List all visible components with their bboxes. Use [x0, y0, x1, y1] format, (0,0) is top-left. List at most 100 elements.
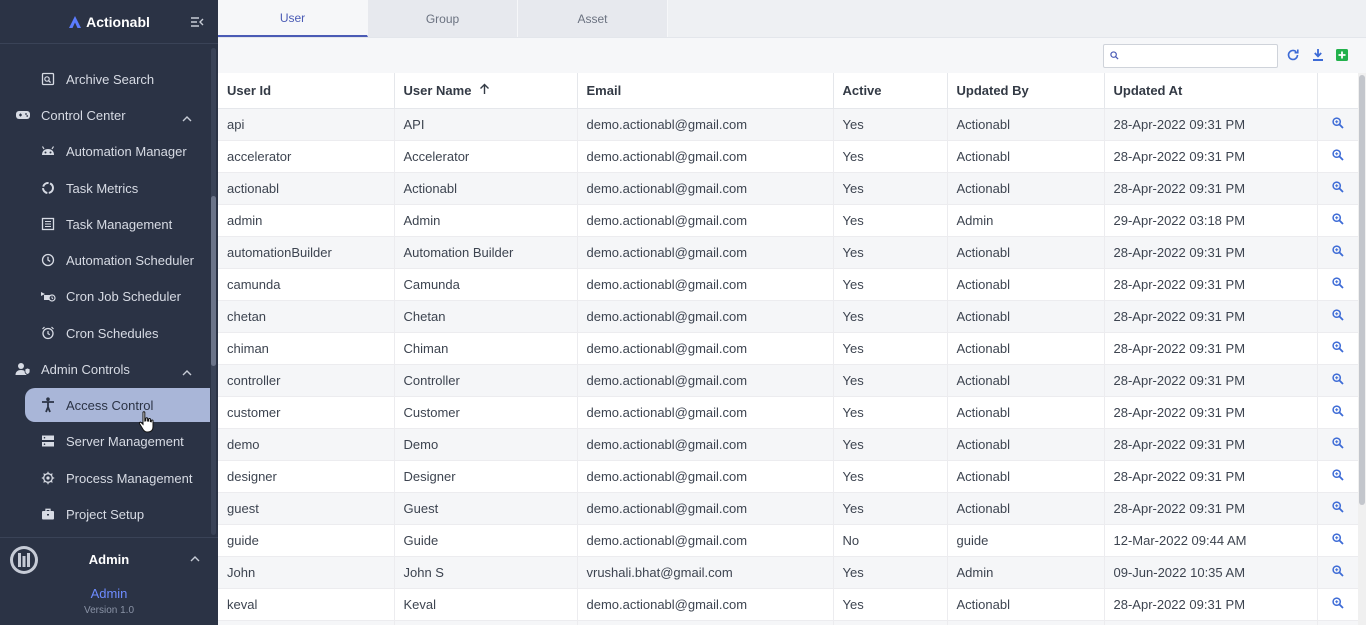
- table-scrollbar[interactable]: [1358, 73, 1366, 625]
- donut-icon: [40, 180, 56, 196]
- sort-ascending-icon[interactable]: [479, 83, 490, 98]
- view-details-icon[interactable]: [1331, 276, 1344, 292]
- sidebar-item-server-management[interactable]: Server Management: [25, 424, 210, 458]
- cell-email: demo.actionabl@gmail.com: [577, 300, 834, 333]
- table-row[interactable]: camunda Camunda demo.actionabl@gmail.com Ye…: [218, 268, 1358, 301]
- table-row[interactable]: John John Svrushali.bhat@gmail.com Yes Admi…: [218, 556, 1358, 589]
- chevron-up-icon[interactable]: [190, 556, 200, 562]
- cell-user-id: guide: [218, 524, 395, 557]
- table-scrollbar-thumb[interactable]: [1359, 75, 1365, 505]
- view-details-icon[interactable]: [1331, 404, 1344, 420]
- cell-email: demo.actionabl@gmail.com: [577, 268, 834, 301]
- view-details-icon[interactable]: [1331, 468, 1344, 484]
- view-details-icon[interactable]: [1331, 244, 1344, 260]
- view-details-icon[interactable]: [1331, 148, 1344, 164]
- tab-asset[interactable]: Asset: [518, 0, 668, 37]
- table-row[interactable]: guest Guest demo.actionabl@gmail.com Yes Act…: [218, 492, 1358, 525]
- view-details-icon[interactable]: [1331, 596, 1344, 612]
- table-row[interactable]: controller Controller demo.actionabl@gmail…: [218, 364, 1358, 397]
- view-details-icon[interactable]: [1331, 340, 1344, 356]
- cell-updated-at: 28-Apr-2022 09:31 PM: [1104, 108, 1318, 141]
- tab-group[interactable]: Group: [368, 0, 518, 37]
- row-actions: [1317, 332, 1358, 365]
- search-input[interactable]: [1124, 47, 1274, 65]
- sidebar-item-access-control[interactable]: Access Control: [25, 388, 210, 422]
- sidebar-item-archive-search[interactable]: Archive Search: [25, 62, 210, 96]
- users-table: User Id User Name Email Active Updated By Upd…: [218, 73, 1358, 625]
- table-row[interactable]: customer Customer demo.actionabl@gmail.com…: [218, 396, 1358, 429]
- sidebar-section-control-center[interactable]: Control Center: [0, 98, 210, 132]
- column-header-active[interactable]: Active: [833, 73, 948, 109]
- column-header-label: Active: [842, 82, 882, 98]
- table-row[interactable]: demo Demo demo.actionabl@gmail.com Yes Actio…: [218, 428, 1358, 461]
- cell-user-name: Keval: [394, 588, 578, 621]
- table-row[interactable]: chiman Chiman demo.actionabl@gmail.com Yes A…: [218, 332, 1358, 365]
- row-actions: [1317, 108, 1358, 141]
- chevron-up-icon[interactable]: [182, 110, 192, 125]
- download-icon[interactable]: [1311, 48, 1325, 62]
- column-header-email[interactable]: Email: [577, 73, 834, 109]
- table-row[interactable]: admin Admin demo.actionabl@gmail.com Yes Adm…: [218, 204, 1358, 237]
- cell-active: No: [833, 524, 948, 557]
- chevron-up-icon[interactable]: [182, 364, 192, 379]
- collapse-sidebar-icon[interactable]: [190, 16, 204, 28]
- cell-user-name: Chetan: [394, 300, 578, 333]
- sidebar-item-automation-manager[interactable]: Automation Manager: [25, 134, 210, 168]
- cell-user-id: actionabl: [218, 172, 395, 205]
- cell-active: Yes: [833, 140, 948, 173]
- view-details-icon[interactable]: [1331, 436, 1344, 452]
- table-row[interactable]: [218, 620, 1358, 625]
- table-row[interactable]: actionabl Actionabl demo.actionabl@gmail.c…: [218, 172, 1358, 205]
- cell-user-id: admin: [218, 204, 395, 237]
- sidebar-section-admin-controls[interactable]: Admin Controls: [0, 352, 210, 386]
- cell-updated-at: 09-Jun-2022 10:35 AM: [1104, 556, 1318, 589]
- view-details-icon[interactable]: [1331, 116, 1344, 132]
- brand-logo[interactable]: Actionabl: [68, 14, 150, 30]
- table-row[interactable]: designer Designer demo.actionabl@gmail.com…: [218, 460, 1358, 493]
- cell-email: vrushali.bhat@gmail.com: [577, 556, 834, 589]
- view-details-icon[interactable]: [1331, 212, 1344, 228]
- robot-icon: [40, 143, 56, 159]
- view-details-icon[interactable]: [1331, 180, 1344, 196]
- sidebar-scrollbar[interactable]: [211, 48, 216, 535]
- sidebar-item-label: Cron Job Scheduler: [66, 288, 181, 304]
- table-row[interactable]: automationBuilder Automation Builder demo.…: [218, 236, 1358, 269]
- view-details-icon[interactable]: [1331, 308, 1344, 324]
- tab-user[interactable]: User: [218, 0, 368, 37]
- view-details-icon[interactable]: [1331, 564, 1344, 580]
- briefcase-icon: [40, 506, 56, 522]
- row-actions: [1317, 428, 1358, 461]
- table-row[interactable]: keval Keval demo.actionabl@gmail.com Yes Act…: [218, 588, 1358, 621]
- table-row[interactable]: api API demo.actionabl@gmail.com Yes Actiona…: [218, 108, 1358, 141]
- sidebar-item-task-management[interactable]: Task Management: [25, 207, 210, 241]
- cell-email: demo.actionabl@gmail.com: [577, 588, 834, 621]
- sidebar-scrollbar-thumb[interactable]: [211, 196, 216, 366]
- view-details-icon[interactable]: [1331, 532, 1344, 548]
- column-header-updated-by[interactable]: Updated By: [947, 73, 1105, 109]
- view-details-icon[interactable]: [1331, 372, 1344, 388]
- sidebar-item-process-management[interactable]: Process Management: [25, 461, 210, 495]
- table-row[interactable]: accelerator Accelerator demo.actionabl@gma…: [218, 140, 1358, 173]
- table-row[interactable]: chetan Chetan demo.actionabl@gmail.com Yes A…: [218, 300, 1358, 333]
- table-row[interactable]: guide Guide demo.actionabl@gmail.com No guid…: [218, 524, 1358, 557]
- user-name[interactable]: Admin: [0, 552, 218, 567]
- main-content: User Group Asset User Id User Name Email Acti…: [218, 0, 1366, 625]
- cell-user-id: controller: [218, 364, 395, 397]
- add-icon[interactable]: [1335, 48, 1349, 62]
- sidebar-item-task-metrics[interactable]: Task Metrics: [25, 171, 210, 205]
- sidebar-item-label: Task Management: [66, 216, 173, 232]
- sidebar-item-cron-job-scheduler[interactable]: Cron Job Scheduler: [25, 279, 210, 313]
- cell-user-id: customer: [218, 396, 395, 429]
- sidebar-item-cron-schedules[interactable]: Cron Schedules: [25, 316, 210, 350]
- sidebar-item-automation-scheduler[interactable]: Automation Scheduler: [25, 243, 210, 277]
- sidebar-item-project-setup[interactable]: Project Setup: [25, 497, 210, 531]
- column-header-user-name[interactable]: User Name: [394, 73, 578, 109]
- cell-active: Yes: [833, 460, 948, 493]
- column-header-updated-at[interactable]: Updated At: [1104, 73, 1318, 109]
- column-header-user-id[interactable]: User Id: [218, 73, 395, 109]
- cell-user-name: Chiman: [394, 332, 578, 365]
- refresh-icon[interactable]: [1286, 48, 1300, 62]
- clock-icon: [40, 252, 56, 268]
- cell-active: Yes: [833, 268, 948, 301]
- view-details-icon[interactable]: [1331, 500, 1344, 516]
